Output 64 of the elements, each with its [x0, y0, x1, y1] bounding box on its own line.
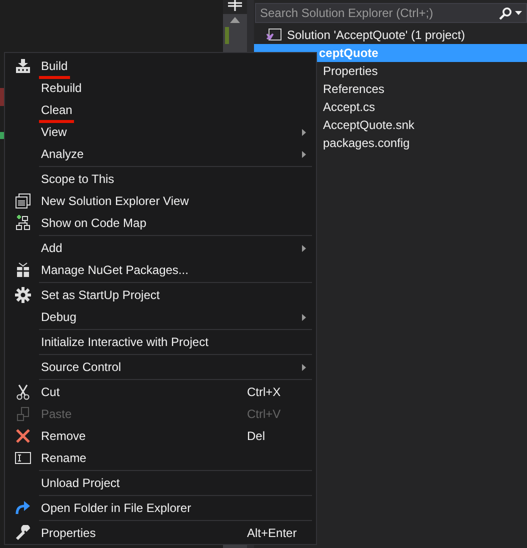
menu-item[interactable]: Add	[7, 237, 314, 259]
menu-item-label: Manage NuGet Packages...	[41, 263, 188, 277]
menu-item-label: Show on Code Map	[41, 216, 146, 230]
curved-arrow-icon	[15, 501, 31, 515]
menu-item-label: Analyze	[41, 147, 84, 161]
menu-item-label: Unload Project	[41, 476, 120, 490]
code-map-icon	[15, 215, 31, 231]
rename-icon	[15, 452, 31, 464]
build-icon	[15, 58, 31, 74]
gift-icon	[16, 262, 30, 278]
shortcut-label: Ctrl+V	[247, 406, 281, 423]
menu-item-label: Remove	[41, 429, 86, 443]
splitter-icon[interactable]	[228, 0, 242, 11]
tree-item[interactable]: Solution 'AcceptQuote' (1 project)	[254, 26, 527, 44]
wrench-icon	[15, 525, 31, 541]
clipboard-icon	[16, 406, 30, 422]
shortcut-label: Alt+Enter	[247, 525, 297, 542]
menu-item[interactable]: Debug	[7, 306, 314, 328]
scroll-up-icon[interactable]	[230, 17, 240, 23]
menu-item[interactable]: Manage NuGet Packages...	[7, 259, 314, 281]
solution-icon	[266, 28, 282, 42]
menu-item[interactable]: Open Folder in File Explorer	[7, 497, 314, 519]
menu-item-label: Rebuild	[41, 81, 82, 95]
shortcut-label: Ctrl+X	[247, 384, 281, 401]
menu-item[interactable]: Clean	[7, 99, 314, 121]
menu-item[interactable]: Scope to This	[7, 168, 314, 190]
gear-icon	[15, 287, 31, 303]
close-icon	[16, 429, 30, 443]
menu-item-label: Debug	[41, 310, 76, 324]
menu-item-label: Set as StartUp Project	[41, 288, 160, 302]
menu-item[interactable]: Show on Code Map	[7, 212, 314, 234]
menu-item[interactable]: Rename	[7, 447, 314, 469]
menu-item[interactable]: View	[7, 121, 314, 143]
shortcut-label: Del	[247, 428, 266, 445]
search-field[interactable]: Search Solution Explorer (Ctrl+;)	[255, 3, 527, 23]
window-list-icon	[15, 193, 31, 209]
menu-item[interactable]: Remove Del	[7, 425, 314, 447]
dropdown-caret-icon[interactable]	[515, 11, 522, 15]
menu-item-label: Initialize Interactive with Project	[41, 335, 208, 349]
menu-item[interactable]: Unload Project	[7, 472, 314, 494]
menu-item-label: Scope to This	[41, 172, 114, 186]
menu-item[interactable]: Rebuild	[7, 77, 314, 99]
menu-item[interactable]: Set as StartUp Project	[7, 284, 314, 306]
search-icon[interactable]	[499, 6, 512, 20]
menu-item-label: Rename	[41, 451, 86, 465]
menu-item-label: Cut	[41, 385, 60, 399]
menu-item-label: Clean	[41, 103, 72, 117]
menu-item-label: Properties	[41, 526, 96, 540]
menu-item-label: Build	[41, 59, 68, 73]
menu-item-label: View	[41, 125, 67, 139]
menu-item-label: Add	[41, 241, 62, 255]
menu-item[interactable]: Properties Alt+Enter	[7, 522, 314, 544]
tree-item-label: Solution 'AcceptQuote' (1 project)	[287, 27, 466, 44]
scroll-marker	[225, 27, 229, 44]
menu-item[interactable]: Analyze	[7, 143, 314, 165]
menu-item[interactable]: New Solution Explorer View	[7, 190, 314, 212]
menu-item-label: Source Control	[41, 360, 122, 374]
menu-item[interactable]: Cut Ctrl+X	[7, 381, 314, 403]
menu-item-label: Open Folder in File Explorer	[41, 501, 192, 515]
menu-item[interactable]: Initialize Interactive with Project	[7, 331, 314, 353]
menu-item-label: Paste	[41, 407, 72, 421]
scissors-icon	[16, 384, 30, 400]
menu-item[interactable]: Source Control	[7, 356, 314, 378]
menu-item-label: New Solution Explorer View	[41, 194, 189, 208]
